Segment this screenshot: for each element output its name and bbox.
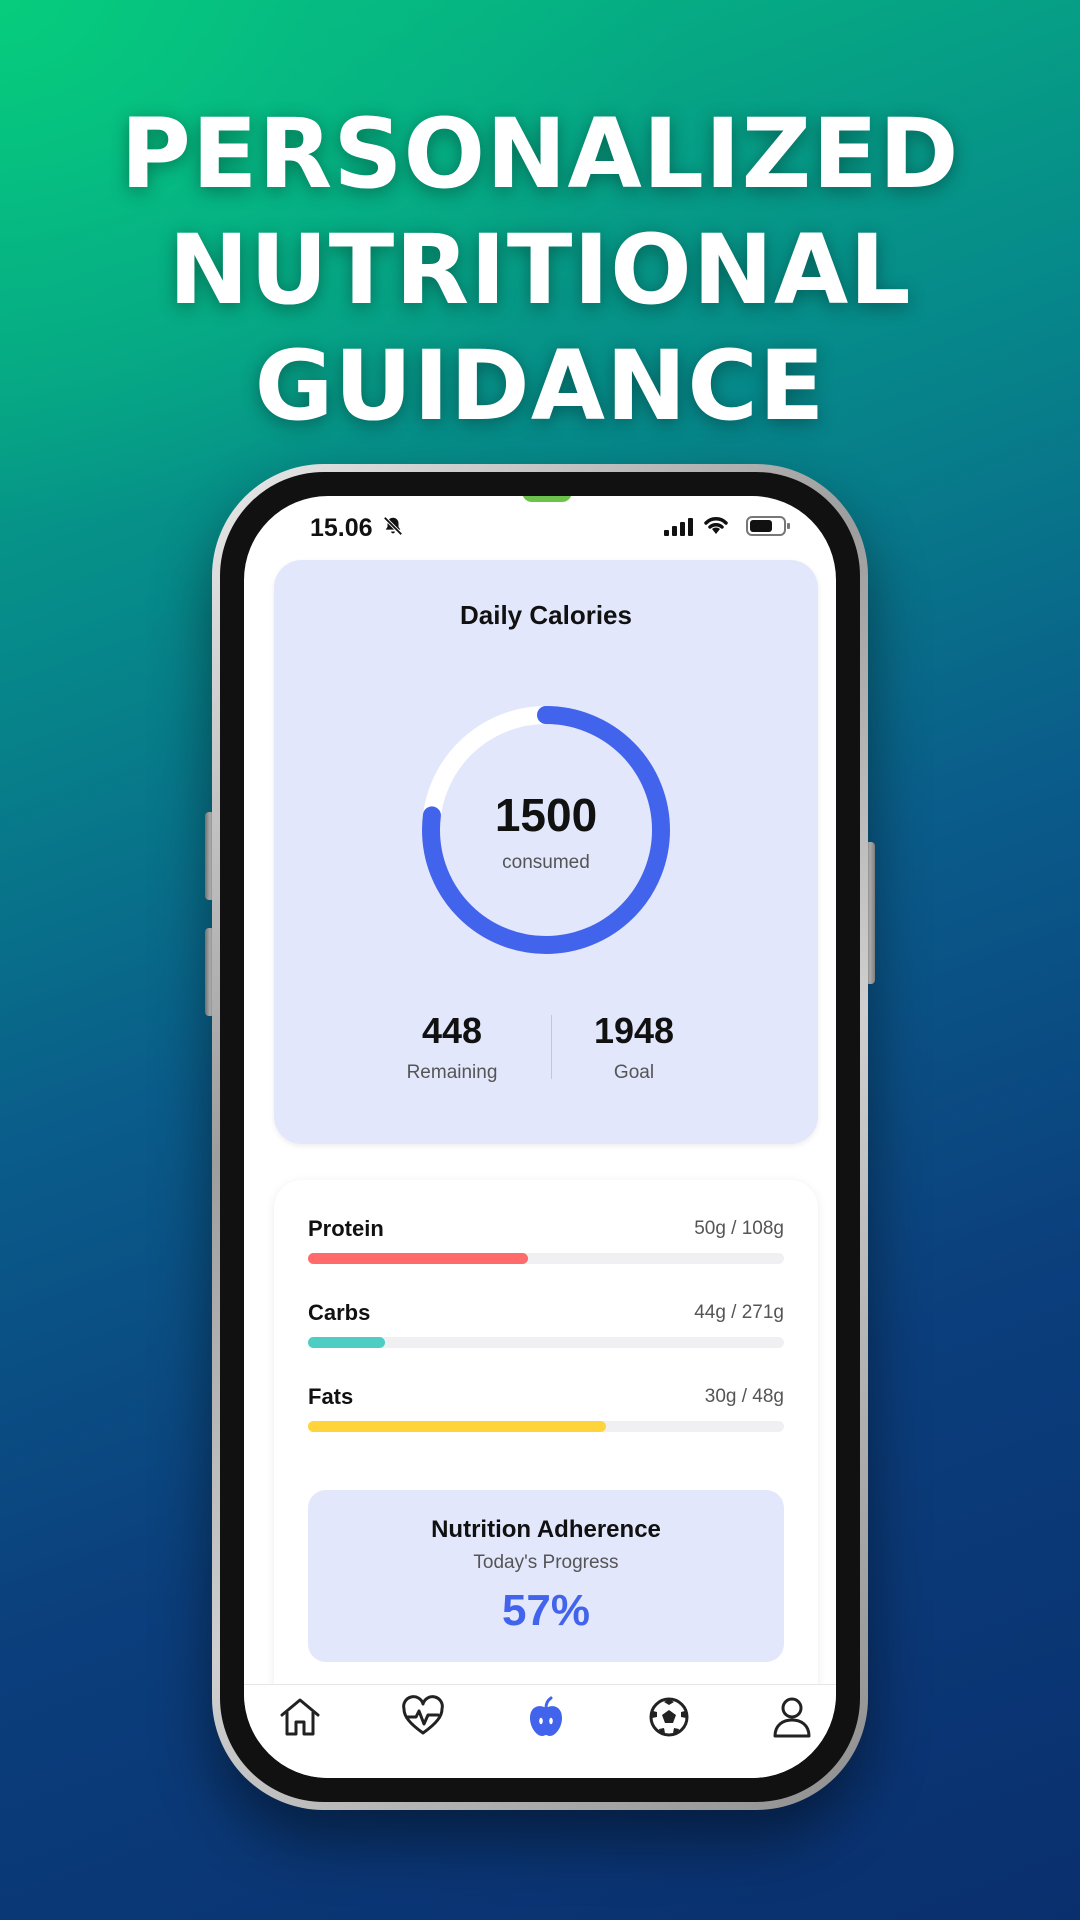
status-bar: 15.06 <box>244 496 836 552</box>
headline-line-2: NUTRITIONAL GUIDANCE <box>168 214 912 442</box>
phone-frame: 15.06 Daily Calories 1500 consumed 448 R… <box>212 464 868 1810</box>
adherence-title: Nutrition Adherence <box>431 1516 661 1543</box>
bottom-tab-bar <box>244 1684 836 1778</box>
tab-health[interactable] <box>399 1693 447 1741</box>
macro-protein: Protein 50g / 108g <box>308 1216 784 1276</box>
adherence-value: 57% <box>501 1586 591 1635</box>
calories-consumed-label: consumed <box>502 852 590 873</box>
tab-nutrition[interactable] <box>522 1693 570 1741</box>
status-time: 15.06 <box>310 514 373 542</box>
tab-profile[interactable] <box>768 1693 816 1741</box>
battery-icon <box>746 516 790 541</box>
tab-home[interactable] <box>276 1693 324 1741</box>
apple-icon <box>530 1696 562 1736</box>
goal-value: 1948 <box>593 1010 675 1051</box>
remaining-label: Remaining <box>406 1062 498 1083</box>
macro-name: Carbs <box>308 1300 371 1325</box>
macro-progress-track <box>308 1337 784 1348</box>
nutrition-adherence-panel: Nutrition Adherence Today's Progress 57% <box>308 1490 784 1662</box>
macros-card: Protein 50g / 108g Carbs 44g / 271g Fats… <box>274 1180 818 1740</box>
home-icon <box>280 1698 320 1736</box>
soccer-ball-icon <box>649 1697 689 1737</box>
macro-amount: 50g / 108g <box>694 1218 784 1239</box>
phone-bezel: 15.06 Daily Calories 1500 consumed 448 R… <box>220 472 860 1802</box>
macro-amount: 44g / 271g <box>694 1302 784 1323</box>
macro-progress-fill <box>308 1421 606 1432</box>
macro-carbs: Carbs 44g / 271g <box>308 1300 784 1360</box>
bell-slash-icon <box>382 515 404 542</box>
headline: PERSONALIZED NUTRITIONAL GUIDANCE <box>0 96 1080 444</box>
signal-icon <box>664 518 696 541</box>
adherence-subtitle: Today's Progress <box>473 1552 619 1573</box>
macro-fats: Fats 30g / 48g <box>308 1384 784 1444</box>
macro-name: Fats <box>308 1384 354 1409</box>
heart-pulse-icon <box>402 1695 444 1735</box>
remaining-stat: 448 Remaining <box>352 1010 552 1084</box>
macro-amount: 30g / 48g <box>704 1386 784 1407</box>
wifi-icon <box>702 514 730 541</box>
profile-icon <box>773 1697 811 1738</box>
headline-line-1: PERSONALIZED <box>120 98 960 210</box>
calories-consumed-value: 1500 <box>494 789 598 841</box>
macro-progress-track <box>308 1253 784 1264</box>
macro-progress-fill <box>308 1337 386 1348</box>
tab-sports[interactable] <box>645 1693 693 1741</box>
macro-name: Protein <box>308 1216 384 1241</box>
macro-progress-fill <box>308 1253 529 1264</box>
daily-calories-title: Daily Calories <box>460 600 632 630</box>
goal-label: Goal <box>613 1062 655 1083</box>
app-screen: 15.06 Daily Calories 1500 consumed 448 R… <box>244 496 836 1778</box>
macro-progress-track <box>308 1421 784 1432</box>
remaining-value: 448 <box>421 1010 483 1051</box>
goal-stat: 1948 Goal <box>534 1010 734 1084</box>
daily-calories-card: Daily Calories 1500 consumed 448 Remaini… <box>274 560 818 1144</box>
